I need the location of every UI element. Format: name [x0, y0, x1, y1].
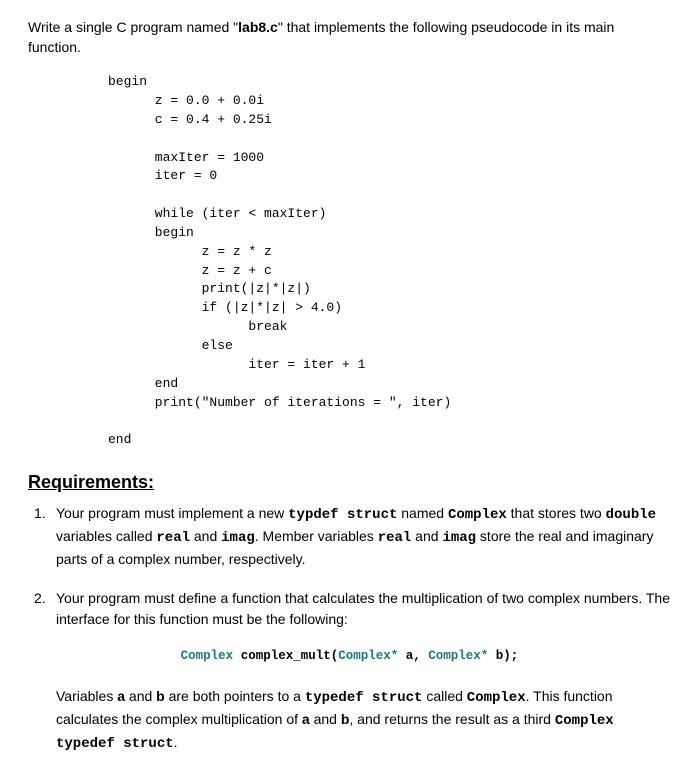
continuation-text: a: [302, 711, 310, 727]
requirement-text: Complex: [448, 507, 507, 523]
pseudocode-block: begin z = 0.0 + 0.0i c = 0.4 + 0.25i max…: [108, 73, 671, 450]
continuation-text: are both pointers to a: [165, 688, 305, 704]
intro-filename: lab8.c: [238, 19, 278, 35]
continuation-text: .: [174, 734, 178, 750]
requirements-heading: Requirements:: [28, 470, 671, 495]
requirement-text: variables called: [56, 528, 156, 544]
continuation-text: b: [156, 688, 165, 704]
requirement-text: and: [190, 528, 221, 544]
continuation-text: and: [125, 688, 156, 704]
continuation-text: called: [422, 688, 466, 704]
param1-name: a: [398, 649, 413, 663]
requirement-text: double: [606, 507, 656, 523]
requirement-text: typdef struct: [288, 507, 397, 523]
requirement-text: imag: [442, 530, 476, 546]
requirement-item: 2.Your program must define a function th…: [56, 588, 671, 630]
requirement-text: imag: [221, 530, 255, 546]
continuation-text: , and returns the result as a third: [349, 711, 554, 727]
requirement-text: real: [378, 530, 412, 546]
requirement-text: named: [397, 505, 448, 521]
func-name: complex_mult: [241, 649, 331, 663]
paren-close: );: [503, 649, 518, 663]
requirement-number: 2.: [34, 588, 52, 609]
return-type: Complex: [181, 649, 241, 663]
continuation-text: b: [341, 711, 350, 727]
continuation-text: a: [117, 688, 125, 704]
function-signature: Complex complex_mult(Complex* a, Complex…: [28, 648, 671, 666]
requirement-text: . Member variables: [255, 528, 378, 544]
requirement-text: Your program must implement a new: [56, 505, 288, 521]
continuation-text: Variables: [56, 688, 117, 704]
requirements-list: 1.Your program must implement a new typd…: [56, 503, 671, 630]
intro-paragraph: Write a single C program named "lab8.c" …: [28, 18, 671, 57]
intro-part1: Write a single C program named ": [28, 19, 238, 35]
continuation-paragraph: Variables a and b are both pointers to a…: [56, 686, 671, 755]
continuation-text: and: [310, 711, 341, 727]
requirement-text: that stores two: [507, 505, 606, 521]
param2-type: Complex*: [428, 649, 488, 663]
requirement-text: Your program must define a function that…: [56, 590, 670, 627]
requirement-text: real: [156, 530, 190, 546]
param2-name: b: [488, 649, 503, 663]
requirement-text: and: [411, 528, 442, 544]
sig-comma: ,: [413, 649, 428, 663]
param1-type: Complex*: [338, 649, 398, 663]
requirement-number: 1.: [34, 503, 52, 524]
requirement-item: 1.Your program must implement a new typd…: [56, 503, 671, 570]
